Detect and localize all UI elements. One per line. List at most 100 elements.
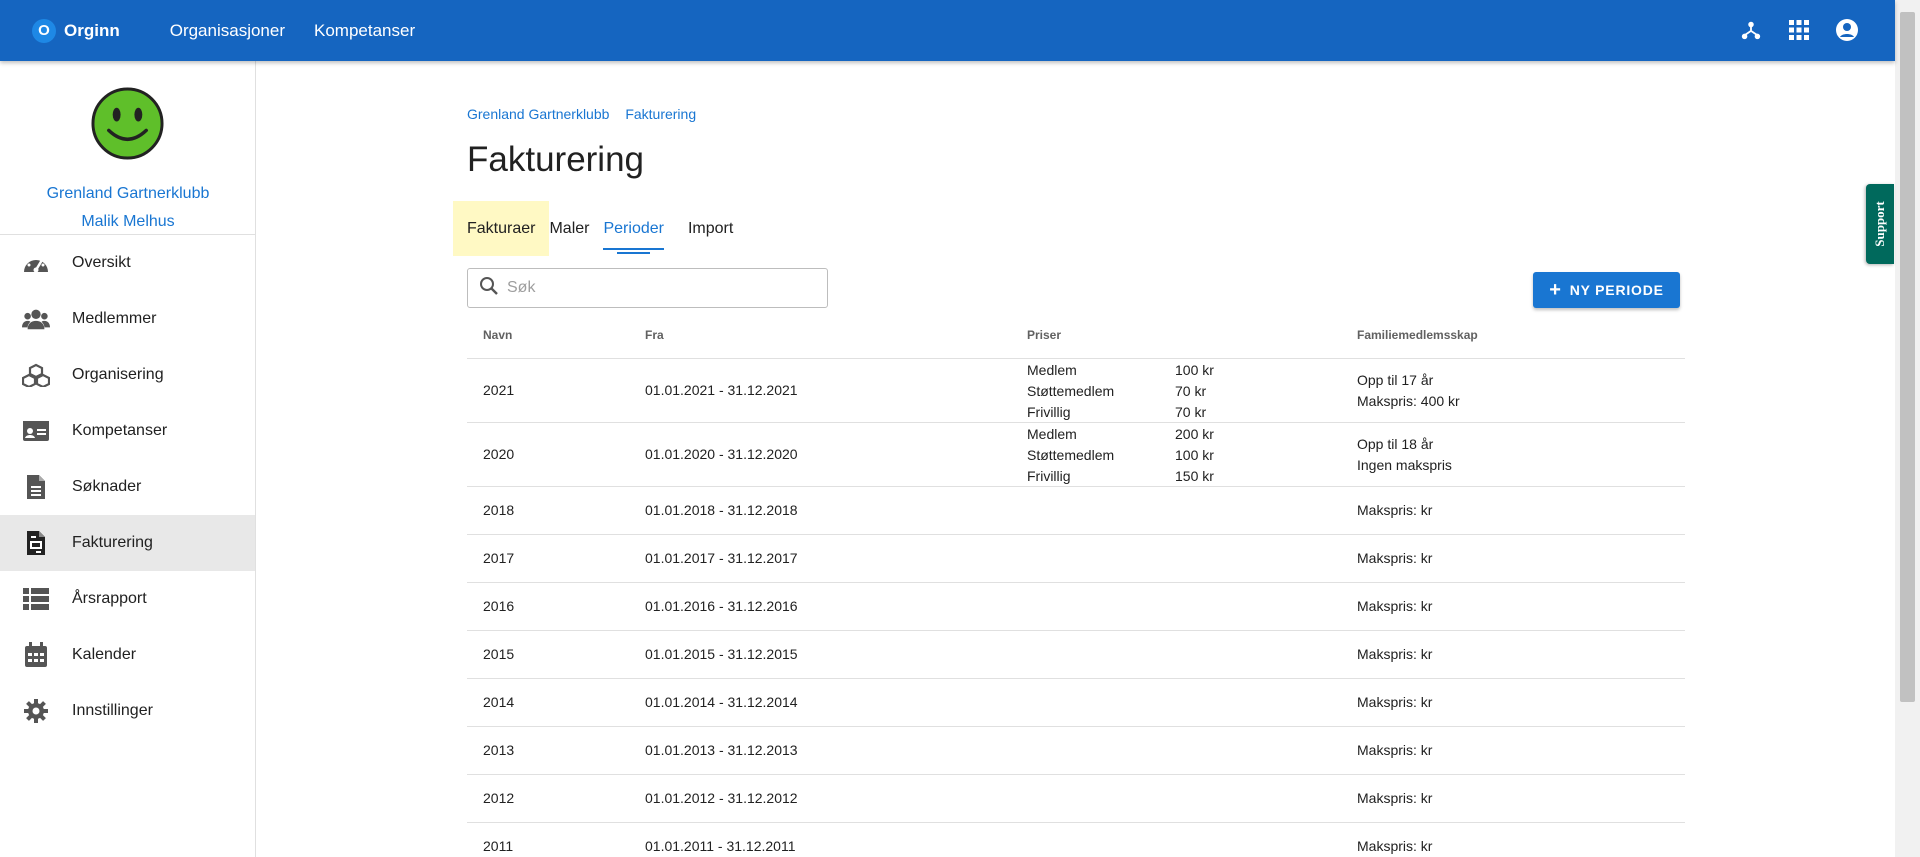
tab-perioder[interactable]: Perioder: [603, 201, 664, 256]
cell-familie: Makspris: kr: [1357, 550, 1432, 566]
table-row[interactable]: 2020 01.01.2020 - 31.12.2020 Medlem 200 kr S…: [467, 423, 1685, 487]
header-priser[interactable]: Priser: [1027, 328, 1061, 342]
top-nav: Organisasjoner Kompetanser: [170, 21, 444, 41]
cell-fra: 01.01.2012 - 31.12.2012: [645, 790, 798, 806]
hierarchy-icon[interactable]: [1738, 17, 1764, 43]
speedometer-icon: [22, 249, 50, 277]
price-name: Medlem: [1027, 426, 1077, 442]
brand-logo[interactable]: O Orginn: [32, 18, 120, 43]
table-row[interactable]: 2016 01.01.2016 - 31.12.2016 Makspris: kr: [467, 583, 1685, 631]
price-value: 70 kr: [1175, 383, 1207, 399]
price-name: Medlem: [1027, 362, 1077, 378]
table-row[interactable]: 2018 01.01.2018 - 31.12.2018 Makspris: kr: [467, 487, 1685, 535]
sidebar-item-label: Kalender: [72, 646, 137, 663]
cell-navn: 2017: [483, 550, 515, 566]
users-icon: [22, 305, 50, 333]
cell-familie: Makspris: kr: [1357, 790, 1432, 806]
tab-bar: Fakturaer Maler Perioder Import: [453, 201, 733, 256]
sidebar-item-label: Innstillinger: [72, 702, 153, 719]
user-name[interactable]: Malik Melhus: [0, 213, 256, 231]
support-label: Support: [1872, 201, 1887, 247]
top-nav-kompetanser[interactable]: Kompetanser: [314, 21, 415, 41]
tab-import[interactable]: Import: [664, 201, 733, 256]
sidebar-item-fakturering[interactable]: Fakturering: [0, 515, 255, 571]
calendar-icon: [22, 641, 50, 669]
price-line: Frivillig 70 kr: [1027, 402, 1214, 423]
cell-navn: 2013: [483, 742, 515, 758]
scrollbar-thumb[interactable]: [1900, 12, 1915, 702]
cell-fra: 01.01.2013 - 31.12.2013: [645, 742, 798, 758]
sidebar-item-innstillinger[interactable]: Innstillinger: [0, 683, 255, 739]
table-row[interactable]: 2021 01.01.2021 - 31.12.2021 Medlem 100 kr S…: [467, 359, 1685, 423]
cell-navn: 2016: [483, 598, 515, 614]
price-value: 200 kr: [1175, 426, 1214, 442]
price-value: 100 kr: [1175, 362, 1214, 378]
tab-fakturaer[interactable]: Fakturaer: [453, 201, 550, 256]
price-line: Medlem 200 kr: [1027, 424, 1214, 445]
sidebar-item-kompetanser[interactable]: Kompetanser: [0, 403, 255, 459]
cell-navn: 2014: [483, 694, 515, 710]
sidebar-item-label: Organisering: [72, 366, 164, 383]
tab-maler[interactable]: Maler: [549, 201, 589, 256]
sidebar-item-medlemmer[interactable]: Medlemmer: [0, 291, 255, 347]
account-circle-icon[interactable]: [1834, 17, 1860, 43]
search-field[interactable]: [467, 268, 828, 308]
table-row[interactable]: 2013 01.01.2013 - 31.12.2013 Makspris: kr: [467, 727, 1685, 775]
apps-grid-icon[interactable]: [1786, 17, 1812, 43]
table-row[interactable]: 2012 01.01.2012 - 31.12.2012 Makspris: kr: [467, 775, 1685, 823]
table-row[interactable]: 2017 01.01.2017 - 31.12.2017 Makspris: kr: [467, 535, 1685, 583]
table-header: Navn Fra Priser Familiemedlemsskap: [467, 312, 1685, 359]
document-icon: [22, 473, 50, 501]
top-actions: [1716, 17, 1860, 43]
table-row[interactable]: 2015 01.01.2015 - 31.12.2015 Makspris: kr: [467, 631, 1685, 679]
breadcrumb: Grenland Gartnerklubb Fakturering: [467, 106, 708, 122]
cell-fra: 01.01.2021 - 31.12.2021: [645, 382, 798, 398]
breadcrumb-fakturering[interactable]: Fakturering: [625, 106, 696, 122]
cell-familie: Makspris: kr: [1357, 694, 1432, 710]
familie-line: Makspris: kr: [1357, 838, 1433, 854]
search-input[interactable]: [507, 279, 807, 297]
cell-fra: 01.01.2017 - 31.12.2017: [645, 550, 798, 566]
price-name: Frivillig: [1027, 468, 1071, 484]
cell-fra: 01.01.2015 - 31.12.2015: [645, 646, 798, 662]
new-period-button[interactable]: + NY PERIODE: [1533, 272, 1680, 308]
sidebar-item-soknader[interactable]: Søknader: [0, 459, 255, 515]
cell-familie: Makspris: kr: [1357, 838, 1432, 854]
vertical-scrollbar[interactable]: [1895, 0, 1920, 857]
sidebar: Grenland Gartnerklubb Malik Melhus Overs…: [0, 61, 256, 857]
org-name[interactable]: Grenland Gartnerklubb: [0, 185, 256, 203]
sidebar-item-organisering[interactable]: Organisering: [0, 347, 255, 403]
header-navn[interactable]: Navn: [483, 328, 512, 342]
top-nav-organisasjoner[interactable]: Organisasjoner: [170, 21, 285, 41]
header-familie[interactable]: Familiemedlemsskap: [1357, 328, 1478, 342]
sidebar-item-arsrapport[interactable]: Årsrapport: [0, 571, 255, 627]
cell-navn: 2015: [483, 646, 515, 662]
sidebar-item-kalender[interactable]: Kalender: [0, 627, 255, 683]
price-name: Frivillig: [1027, 404, 1071, 420]
search-icon: [479, 276, 499, 301]
cell-familie: Makspris: kr: [1357, 646, 1432, 662]
familie-line: Makspris: kr: [1357, 598, 1433, 614]
cell-fra: 01.01.2018 - 31.12.2018: [645, 502, 798, 518]
price-value: 100 kr: [1175, 447, 1214, 463]
cell-navn: 2020: [483, 446, 515, 462]
table-row[interactable]: 2011 01.01.2011 - 31.12.2011 Makspris: kr: [467, 823, 1685, 857]
price-value: 150 kr: [1175, 468, 1214, 484]
price-line: Medlem 100 kr: [1027, 360, 1214, 381]
table-row[interactable]: 2014 01.01.2014 - 31.12.2014 Makspris: kr: [467, 679, 1685, 727]
cell-familie: Opp til 17 år Makspris: 400 kr: [1357, 370, 1460, 412]
top-app-bar: O Orginn Organisasjoner Kompetanser: [0, 0, 1895, 61]
support-tab[interactable]: Support: [1866, 184, 1894, 264]
breadcrumb-org[interactable]: Grenland Gartnerklubb: [467, 106, 609, 122]
familie-line: Makspris: kr: [1357, 646, 1433, 662]
familie-line: Makspris: kr: [1357, 550, 1433, 566]
price-name: Støttemedlem: [1027, 383, 1115, 399]
cell-priser: Medlem 200 kr Støttemedlem 100 kr Frivillig 1…: [1027, 424, 1214, 487]
sidebar-item-oversikt[interactable]: Oversikt: [0, 235, 255, 291]
cell-navn: 2021: [483, 382, 515, 398]
price-line: Støttemedlem 70 kr: [1027, 381, 1214, 402]
header-fra[interactable]: Fra: [645, 328, 664, 342]
cell-navn: 2012: [483, 790, 515, 806]
org-header: Grenland Gartnerklubb Malik Melhus: [0, 61, 255, 235]
tab-perioder-label: Perioder: [603, 220, 664, 250]
